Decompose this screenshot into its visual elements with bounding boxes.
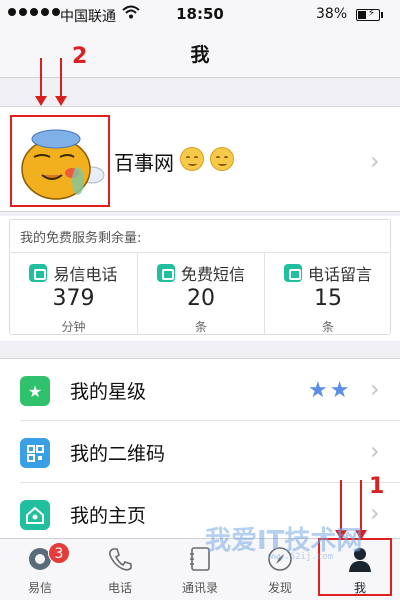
phone-icon [29,264,48,282]
annotation-arrow [35,58,47,106]
quota-unit: 分钟 [61,320,86,334]
quota-value: 20 [187,286,215,311]
unread-badge: 3 [48,542,70,564]
annotation-number: 2 [72,44,88,69]
star-level-icon: ★ [20,376,50,406]
profile-name: 百事网 [114,151,174,175]
menu-item-label: 我的主页 [70,505,147,527]
star-rating-icon: ★★ [308,378,352,403]
quota-label: 免费短信 [180,265,245,284]
homepage-icon [20,500,50,530]
voicemail-icon [283,264,302,282]
status-bar: 中国联通 18:50 38% ⚡ [0,0,400,30]
menu-item-qrcode[interactable]: 我的二维码 › [0,421,400,483]
annotation-arrow [55,58,67,106]
tab-label: 通讯录 [181,581,218,595]
quota-value: 15 [314,286,342,311]
chevron-right-icon: › [370,437,380,465]
profile-row[interactable]: 百事网 › [0,106,400,212]
avatar[interactable] [10,115,110,207]
qrcode-icon [20,438,50,468]
tab-phone[interactable]: 电话 [80,539,160,600]
tab-label: 电话 [107,581,132,595]
sms-icon [156,264,175,282]
quota-label: 易信电话 [53,265,118,284]
tab-label: 易信 [27,581,52,595]
chevron-right-icon: › [370,375,380,403]
quota-item-voicemail[interactable]: 电话留言 15 条 [264,253,391,335]
watermark-url: www.52ij.com [268,552,334,562]
menu-item-label: 我的星级 [70,381,147,403]
menu-item-star-level[interactable]: ★ 我的星级 ★★ › [0,359,400,421]
tab-label: 发现 [267,581,292,595]
chevron-right-icon: › [370,499,380,527]
quota-unit: 条 [194,320,207,334]
menu-item-label: 我的二维码 [70,443,166,465]
chevron-right-icon: › [370,147,380,175]
free-service-quota: 我的免费服务剩余量: 易信电话 379 分钟 免费短信 20 条 电话留言 15 [0,216,400,341]
tab-yixin[interactable]: 3 易信 [0,539,80,600]
battery-icon: ⚡ [356,8,380,21]
quota-label: 电话留言 [307,265,372,284]
quota-item-sms[interactable]: 免费短信 20 条 [137,253,264,335]
battery-percentage: 38% [316,6,348,22]
quota-title: 我的免费服务剩余量: [20,231,142,246]
quota-unit: 条 [321,320,334,334]
smile-emoji-icon [180,147,234,171]
svg-text:★: ★ [28,382,42,401]
quota-value: 379 [52,286,95,311]
annotation-number: 1 [369,474,385,499]
quota-item-call[interactable]: 易信电话 379 分钟 [10,253,137,335]
phone-icon [106,545,134,573]
